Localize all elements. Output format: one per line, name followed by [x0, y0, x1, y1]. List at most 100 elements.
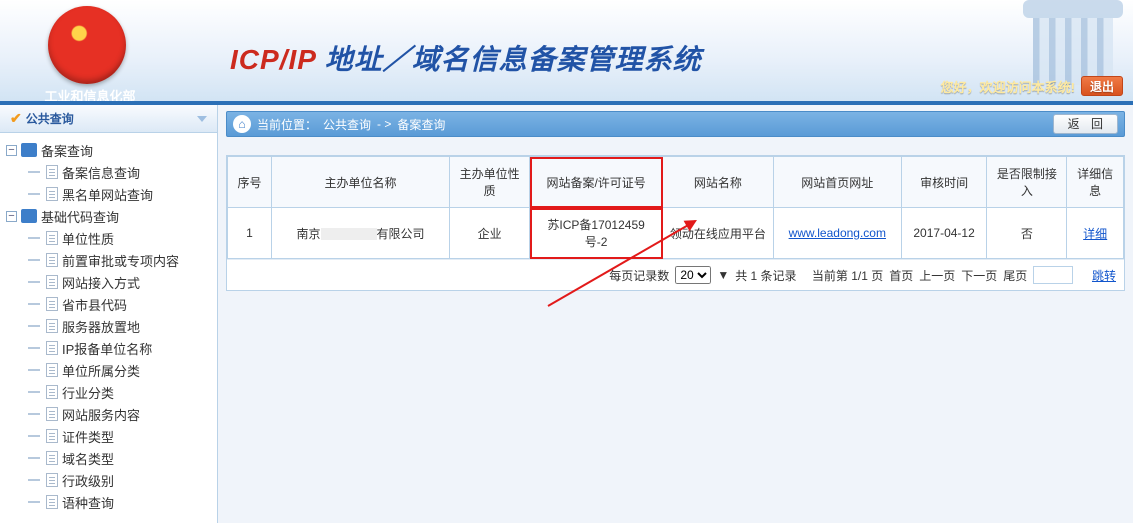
main-content: ⌂ 当前位置： 公共查询 - > 备案查询 返 回 序号 主办单位名称 主办单位… [218, 105, 1133, 523]
document-icon [46, 429, 58, 443]
tree-item-label: 省市县代码 [62, 295, 127, 314]
breadcrumb-part1[interactable]: 公共查询 [323, 116, 371, 133]
home-icon[interactable]: ⌂ [233, 115, 251, 133]
pager: 每页记录数 20 ▼ 共 1 条记录 当前第 1/1 页 首页 上一页 下一页 … [227, 259, 1124, 290]
pillar-decoration [1033, 0, 1113, 85]
check-icon: ✔ [10, 110, 22, 126]
th-icp: 网站备案/许可证号 [530, 157, 663, 208]
tree-item-label: 前置审批或专项内容 [62, 251, 179, 270]
site-header: 工业和信息化部 ICP/IP 地址／域名信息备案管理系统 您好，欢迎访问本系统!… [0, 0, 1133, 105]
pager-prev[interactable]: 上一页 [919, 267, 955, 284]
tree-item[interactable]: 语种查询 [6, 491, 213, 513]
redacted-text [321, 228, 377, 240]
results-table-wrap: 序号 主办单位名称 主办单位性质 网站备案/许可证号 网站名称 网站首页网址 审… [226, 155, 1125, 291]
cell-restricted: 否 [987, 208, 1067, 259]
document-icon [46, 297, 58, 311]
sidebar-tree: − 备案查询 备案信息查询 黑名单网站查询 − 基础代码查询 单位性质 前置审批… [0, 133, 217, 515]
tree-item[interactable]: 单位所属分类 [6, 359, 213, 381]
cell-orgtype: 企业 [450, 208, 530, 259]
tree-item[interactable]: 服务器放置地 [6, 315, 213, 337]
tree-item-label: 语种查询 [62, 493, 114, 512]
tree-item[interactable]: 网站接入方式 [6, 271, 213, 293]
sidebar-panel-header[interactable]: ✔ 公共查询 [0, 105, 217, 133]
tree-group-record-query[interactable]: − 备案查询 [6, 139, 213, 161]
detail-link[interactable]: 详细 [1083, 227, 1107, 241]
cell-time: 2017-04-12 [901, 208, 986, 259]
breadcrumb-label: 当前位置： [257, 116, 317, 133]
cell-sitename: 领动在线应用平台 [663, 208, 774, 259]
breadcrumb-part2[interactable]: 备案查询 [397, 116, 445, 133]
pager-current: 当前第 1/1 页 [812, 267, 883, 284]
th-orgtype: 主办单位性质 [450, 157, 530, 208]
document-icon [46, 407, 58, 421]
tree-item[interactable]: 证件类型 [6, 425, 213, 447]
document-icon [46, 187, 58, 201]
tree-item[interactable]: 前置审批或专项内容 [6, 249, 213, 271]
per-page-label: 每页记录数 [609, 267, 669, 284]
welcome-text: 您好，欢迎访问本系统! [941, 77, 1075, 96]
logout-button[interactable]: 退出 [1081, 76, 1123, 96]
tree-group-label: 备案查询 [41, 141, 93, 160]
cell-org-prefix: 南京 [297, 227, 321, 241]
document-icon [46, 451, 58, 465]
tree-item-label: 行业分类 [62, 383, 114, 402]
th-index: 序号 [228, 157, 272, 208]
tree-item[interactable]: 省市县代码 [6, 293, 213, 315]
sidebar-panel-title: 公共查询 [26, 112, 74, 126]
back-button[interactable]: 返 回 [1053, 114, 1118, 134]
chevron-down-icon [197, 116, 207, 122]
tree-item-label: 证件类型 [62, 427, 114, 446]
tree-item-label: 服务器放置地 [62, 317, 140, 336]
per-page-select[interactable]: 20 [675, 266, 711, 284]
tree-item[interactable]: 黑名单网站查询 [6, 183, 213, 205]
tree-item-label: 黑名单网站查询 [62, 185, 153, 204]
tree-item-label: IP报备单位名称 [62, 339, 152, 358]
site-url-link[interactable]: www.leadong.com [789, 226, 886, 240]
document-icon [46, 495, 58, 509]
th-url: 网站首页网址 [773, 157, 901, 208]
tree-item[interactable]: 行政级别 [6, 469, 213, 491]
tree-item-label: 备案信息查询 [62, 163, 140, 182]
tree-group-code-query[interactable]: − 基础代码查询 [6, 205, 213, 227]
site-title: ICP/IP 地址／域名信息备案管理系统 [230, 38, 702, 78]
pager-page-input[interactable] [1033, 266, 1073, 284]
tree-item[interactable]: 网站服务内容 [6, 403, 213, 425]
tree-group-label: 基础代码查询 [41, 207, 119, 226]
cell-url: www.leadong.com [773, 208, 901, 259]
tree-item-label: 网站服务内容 [62, 405, 140, 424]
document-icon [46, 385, 58, 399]
pager-total: 共 1 条记录 [735, 267, 796, 284]
folder-icon [21, 209, 37, 223]
document-icon [46, 253, 58, 267]
tree-item-label: 行政级别 [62, 471, 114, 490]
th-sitename: 网站名称 [663, 157, 774, 208]
tree-item-label: 单位性质 [62, 229, 114, 248]
tree-item[interactable]: 行业分类 [6, 381, 213, 403]
tree-item[interactable]: 域名类型 [6, 447, 213, 469]
collapse-icon[interactable]: − [6, 145, 17, 156]
th-org: 主办单位名称 [271, 157, 449, 208]
ministry-label: 工业和信息化部 [40, 86, 140, 105]
document-icon [46, 165, 58, 179]
document-icon [46, 363, 58, 377]
document-icon [46, 319, 58, 333]
tree-item-label: 域名类型 [62, 449, 114, 468]
results-table: 序号 主办单位名称 主办单位性质 网站备案/许可证号 网站名称 网站首页网址 审… [227, 156, 1124, 259]
tree-item[interactable]: IP报备单位名称 [6, 337, 213, 359]
site-title-prefix: ICP/IP [230, 44, 316, 75]
pager-jump[interactable]: 跳转 [1092, 267, 1116, 284]
sidebar: ✔ 公共查询 − 备案查询 备案信息查询 黑名单网站查询 − 基础代码查询 单位性… [0, 105, 218, 523]
pager-next[interactable]: 下一页 [961, 267, 997, 284]
tree-item[interactable]: 备案信息查询 [6, 161, 213, 183]
pager-last[interactable]: 尾页 [1003, 267, 1027, 284]
folder-icon [21, 143, 37, 157]
collapse-icon[interactable]: − [6, 211, 17, 222]
pager-first[interactable]: 首页 [889, 267, 913, 284]
th-time: 审核时间 [901, 157, 986, 208]
breadcrumb-sep: - > [377, 117, 391, 131]
tree-item[interactable]: 单位性质 [6, 227, 213, 249]
document-icon [46, 341, 58, 355]
tree-item-label: 单位所属分类 [62, 361, 140, 380]
th-restricted: 是否限制接入 [987, 157, 1067, 208]
site-title-rest: 地址／域名信息备案管理系统 [316, 44, 702, 75]
